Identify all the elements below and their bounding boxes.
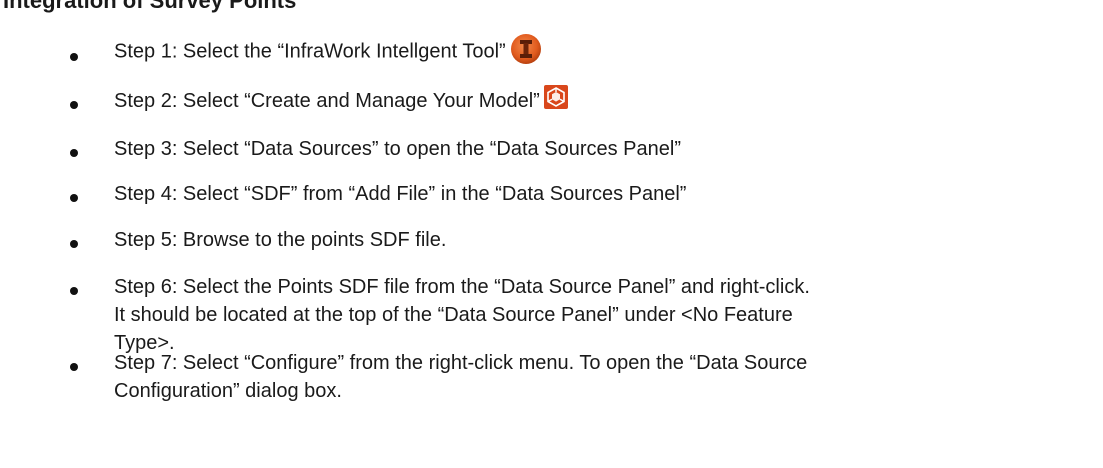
bullet-icon (70, 53, 78, 61)
step-4-text: Step 4: Select “SDF” from “Add File” in … (114, 183, 687, 205)
create-manage-model-icon (543, 84, 568, 109)
bullet-icon (70, 240, 78, 248)
bullet-icon (70, 363, 78, 371)
step-2-text: Step 2: Select “Create and Manage Your M… (114, 84, 814, 115)
step-7-text: Step 7: Select “Configure” from the righ… (114, 352, 808, 402)
step-1-label: Step 1: Select the “InfraWork Intellgent… (114, 40, 506, 63)
bullet-icon (70, 287, 78, 295)
bullet-icon (70, 194, 78, 202)
infraworks-i-icon (510, 34, 541, 64)
page-heading: Integration of Survey Points (3, 0, 297, 13)
bullet-icon (70, 149, 78, 157)
step-1-text: Step 1: Select the “InfraWork Intellgent… (114, 34, 814, 68)
step-6-text: Step 6: Select the Points SDF file from … (114, 276, 810, 354)
step-3-text: Step 3: Select “Data Sources” to open th… (114, 138, 681, 160)
step-2-label: Step 2: Select “Create and Manage Your M… (114, 90, 540, 112)
bullet-icon (70, 101, 78, 109)
step-5-text: Step 5: Browse to the points SDF file. (114, 229, 447, 251)
